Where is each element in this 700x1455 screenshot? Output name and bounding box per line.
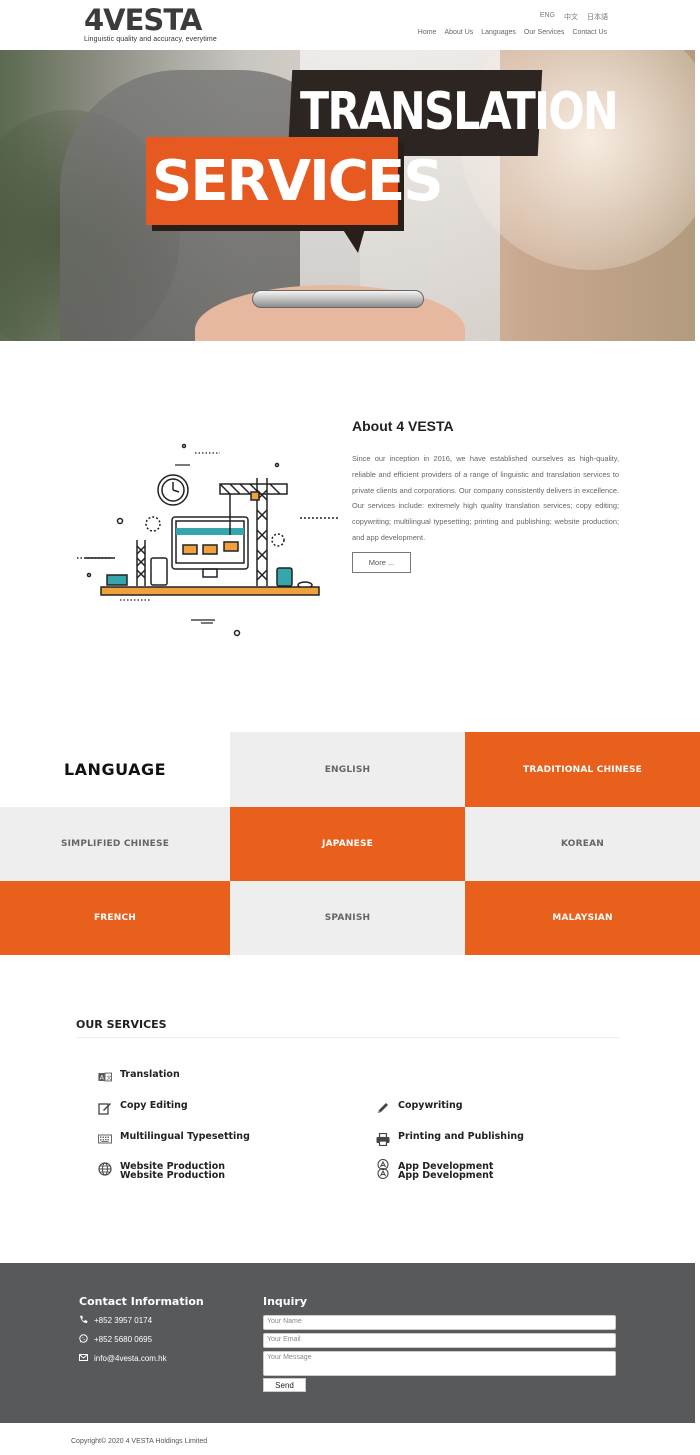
about-description: Since our inception in 2016, we have est… <box>352 454 619 542</box>
service-label: Website Production Website Production <box>120 1161 226 1181</box>
language-korean[interactable]: KOREAN <box>465 807 700 881</box>
logo-wordmark[interactable]: 4VESTA <box>84 5 217 35</box>
hero-banner: TRANSLATION SERVICES <box>0 50 695 341</box>
keyboard-icon <box>98 1132 112 1146</box>
more-button[interactable]: More ... <box>352 552 411 573</box>
contact-email[interactable]: info@4vesta.com.hk <box>79 1354 167 1363</box>
whatsapp-icon <box>79 1334 88 1345</box>
service-label: App Development App Development <box>398 1161 494 1181</box>
logo-tagline: Linguistic quality and accuracy, everyti… <box>84 36 217 43</box>
nav-home[interactable]: Home <box>418 29 437 36</box>
service-copy-editing[interactable]: Copy Editing <box>98 1101 188 1115</box>
language-english[interactable]: ENGLISH <box>230 732 465 807</box>
service-label: Translation <box>120 1069 180 1080</box>
language-japanese[interactable]: JAPANESE <box>230 807 465 881</box>
nav-about-us[interactable]: About Us <box>444 29 473 36</box>
lang-japanese-link[interactable]: 日本語 <box>587 12 608 22</box>
nav-languages[interactable]: Languages <box>481 29 516 36</box>
language-traditional-chinese[interactable]: TRADITIONAL CHINESE <box>465 732 700 807</box>
edit-icon <box>98 1101 112 1115</box>
hero-smartphone <box>252 290 424 308</box>
translate-icon: A文 <box>98 1070 112 1084</box>
service-label: Printing and Publishing <box>398 1131 524 1142</box>
envelope-icon <box>79 1354 88 1363</box>
services-divider <box>76 1037 619 1038</box>
nav-our-services[interactable]: Our Services <box>524 29 564 36</box>
hero-speech-tail <box>340 225 366 253</box>
contact-phone[interactable]: +852 3957 0174 <box>79 1315 152 1326</box>
app-store-icon <box>376 1159 390 1179</box>
service-label: Multilingual Typesetting <box>120 1131 250 1142</box>
service-label: Copywriting <box>398 1100 463 1111</box>
nav-contact-us[interactable]: Contact Us <box>572 29 607 36</box>
phone-number: +852 3957 0174 <box>94 1316 153 1325</box>
logo[interactable]: 4VESTA Linguistic quality and accuracy, … <box>84 5 217 43</box>
language-section-title: LANGUAGE <box>0 732 230 807</box>
printer-icon <box>376 1132 390 1146</box>
inquiry-title: Inquiry <box>263 1295 307 1308</box>
language-french[interactable]: FRENCH <box>0 881 230 955</box>
site-header: 4VESTA Linguistic quality and accuracy, … <box>0 0 700 50</box>
send-button[interactable]: Send <box>263 1378 306 1392</box>
contact-whatsapp[interactable]: +852 5680 0695 <box>79 1334 152 1345</box>
service-multilingual-typesetting[interactable]: Multilingual Typesetting <box>98 1132 250 1146</box>
language-malaysian[interactable]: MALAYSIAN <box>465 881 700 955</box>
message-field[interactable]: Your Message <box>263 1351 616 1376</box>
service-copywriting[interactable]: Copywriting <box>376 1101 463 1115</box>
copyright-text: Copyright© 2020 4 VESTA Holdings Limited <box>71 1438 208 1445</box>
whatsapp-number: +852 5680 0695 <box>94 1335 153 1344</box>
construction-illustration <box>77 443 340 637</box>
lang-chinese-link[interactable]: 中文 <box>564 12 578 22</box>
about-title: About 4 VESTA <box>352 418 454 434</box>
contact-info-title: Contact Information <box>79 1295 204 1308</box>
language-grid: LANGUAGE ENGLISH TRADITIONAL CHINESE SIM… <box>0 732 700 955</box>
pencil-icon <box>376 1101 390 1115</box>
hero-title-line2: SERVICES <box>152 149 444 214</box>
name-field[interactable]: Your Name <box>263 1315 616 1330</box>
email-field[interactable]: Your Email <box>263 1333 616 1348</box>
lang-eng-link[interactable]: ENG <box>540 12 555 22</box>
service-app-development[interactable]: App Development App Development <box>376 1159 494 1181</box>
language-spanish[interactable]: SPANISH <box>230 881 465 955</box>
service-printing-publishing[interactable]: Printing and Publishing <box>376 1132 524 1146</box>
main-nav: Home About Us Languages Our Services Con… <box>418 29 607 36</box>
globe-icon <box>98 1162 112 1176</box>
services-title: OUR SERVICES <box>76 1018 167 1031</box>
language-switcher: ENG 中文 日本語 <box>540 12 608 22</box>
language-simplified-chinese[interactable]: SIMPLIFIED CHINESE <box>0 807 230 881</box>
service-translation[interactable]: A文 Translation <box>98 1070 180 1084</box>
service-label: Copy Editing <box>120 1100 188 1111</box>
email-address: info@4vesta.com.hk <box>94 1354 167 1363</box>
phone-icon <box>79 1315 88 1326</box>
svg-text:文: 文 <box>106 1074 112 1082</box>
service-website-production[interactable]: Website Production Website Production <box>98 1162 225 1180</box>
